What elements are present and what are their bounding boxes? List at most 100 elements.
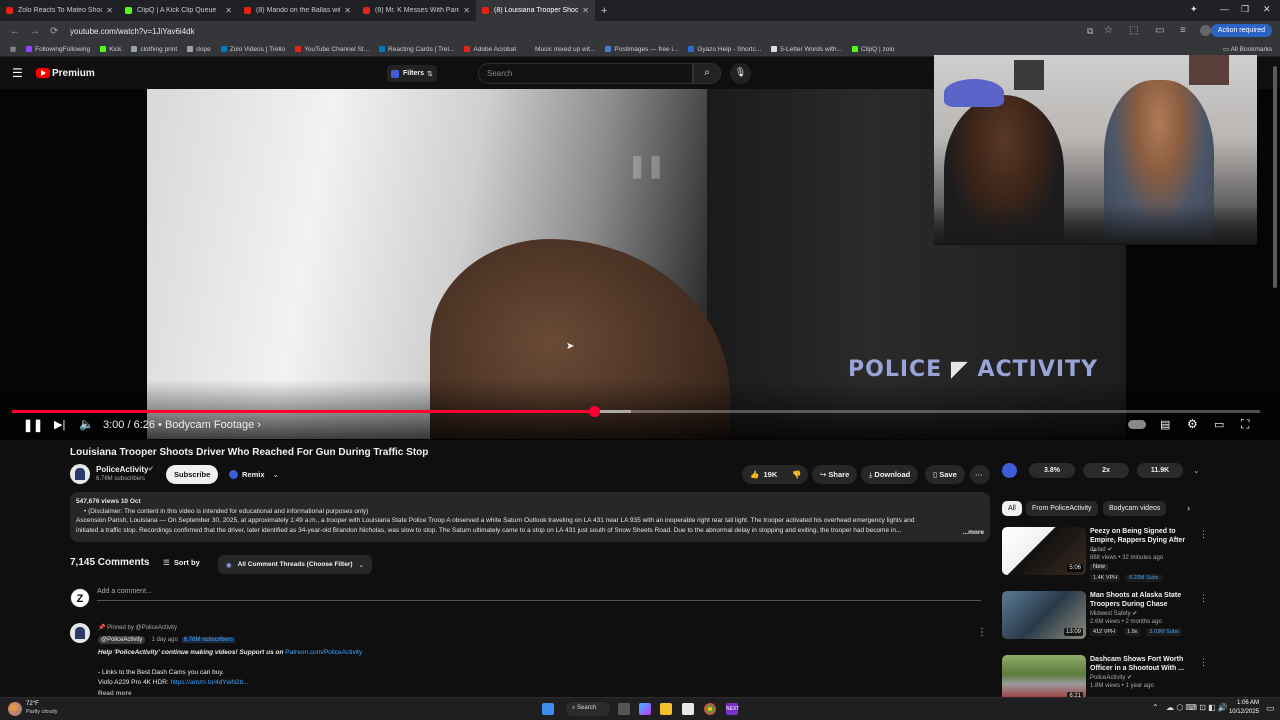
- description-box[interactable]: 547,676 views 10 Oct • (Disclaimer: The …: [70, 492, 990, 542]
- save-button[interactable]: ▯ Save: [925, 465, 965, 484]
- clock-date[interactable]: 10/12/2025: [1225, 709, 1259, 715]
- patreon-link[interactable]: Patreon.com/PoliceActivity: [285, 649, 362, 656]
- new-tab-button[interactable]: +: [601, 5, 607, 17]
- bookmark-item[interactable]: Postimages — free i...: [605, 46, 678, 53]
- start-icon[interactable]: [542, 703, 554, 715]
- weather-temp[interactable]: 72°F: [26, 701, 39, 707]
- tab-close-icon[interactable]: ✕: [344, 6, 351, 15]
- search-input[interactable]: Search: [478, 63, 693, 84]
- recommended-video[interactable]: 5:06 Peezy on Being Signed to Empire, Rap…: [1002, 527, 1208, 582]
- chip-from-channel[interactable]: From PoliceActivity: [1026, 501, 1098, 516]
- chrome-icon[interactable]: [704, 703, 716, 715]
- video-thumbnail[interactable]: 6:21: [1002, 655, 1086, 703]
- theater-mode-icon[interactable]: ▭: [1214, 418, 1224, 431]
- scrollbar-thumb[interactable]: [1273, 66, 1277, 288]
- dislike-icon[interactable]: 👎: [784, 465, 809, 484]
- back-icon[interactable]: ←: [10, 26, 20, 37]
- sidepanel-icon[interactable]: ▭: [1155, 25, 1164, 36]
- comment-age[interactable]: 1 day ago: [151, 637, 177, 643]
- extension-logo-icon[interactable]: [1002, 462, 1017, 478]
- close-window-icon[interactable]: ✕: [1263, 4, 1271, 15]
- video-thumbnail[interactable]: 5:06: [1002, 527, 1086, 575]
- read-more-link[interactable]: Read more: [98, 690, 132, 697]
- reload-icon[interactable]: ⟳: [50, 26, 60, 37]
- url-field[interactable]: youtube.com/watch?v=1JiYav6i4dk: [70, 27, 195, 36]
- bookmark-item[interactable]: dope: [187, 46, 211, 53]
- video-thumbnail[interactable]: 13:09: [1002, 591, 1086, 639]
- rec-menu-icon[interactable]: ⋮: [1199, 657, 1208, 668]
- bookmark-item[interactable]: Music mixed up wit...: [526, 46, 595, 53]
- pinned-comment-avatar[interactable]: [70, 623, 90, 643]
- chip-all[interactable]: All: [1002, 501, 1022, 516]
- channel-name[interactable]: PoliceActivity: [96, 465, 148, 474]
- comment-menu-icon[interactable]: ⋮: [977, 627, 987, 638]
- subtitles-icon[interactable]: ▤: [1160, 418, 1170, 431]
- subscribe-button[interactable]: Subscribe: [166, 465, 219, 484]
- bookmark-item[interactable]: clothing print: [131, 46, 177, 53]
- rec-title[interactable]: Man Shoots at Alaska State Troopers Duri…: [1090, 591, 1190, 609]
- media-icon[interactable]: ≡: [1180, 25, 1186, 36]
- notifications-icon[interactable]: ▭: [1266, 703, 1275, 714]
- comment-filter-dropdown[interactable]: ◉ All Comment Threads (Choose Filter) ⌄: [218, 555, 372, 574]
- install-app-icon[interactable]: ⧉: [1087, 26, 1093, 37]
- page-scrollbar[interactable]: [1272, 60, 1278, 697]
- settings-gear-icon[interactable]: ⚙: [1187, 417, 1198, 431]
- bookmark-item[interactable]: ClipQ | zolo: [851, 46, 894, 53]
- bookmark-item[interactable]: Adobe Acrobat: [464, 46, 516, 53]
- tab-close-icon[interactable]: ✕: [106, 6, 113, 15]
- tray-app-icons[interactable]: ☁ ⬡ ⌨ ⊡ ◧ 🔊: [1166, 703, 1228, 712]
- bookmark-item[interactable]: 5-Letter Words with...: [771, 46, 842, 53]
- menu-icon[interactable]: ☰: [12, 66, 23, 80]
- browser-tab[interactable]: (8) Mr. K Messes With Paris in ✕: [357, 0, 476, 21]
- tray-chevron-icon[interactable]: ⌃: [1152, 703, 1159, 712]
- download-button[interactable]: ⤓ Download: [861, 465, 919, 484]
- obs-app-icon[interactable]: NEXT: [726, 703, 739, 715]
- chip-bodycam[interactable]: Bodycam videos: [1103, 501, 1167, 516]
- tab-close-icon[interactable]: ✕: [463, 6, 470, 15]
- bookmark-item[interactable]: Gyazo Help - Shortc...: [688, 46, 761, 53]
- youtube-logo-icon[interactable]: [36, 68, 50, 78]
- extension-icon[interactable]: ⬚: [1129, 25, 1138, 36]
- filters-button[interactable]: Filters ⇅: [387, 65, 437, 82]
- share-button[interactable]: ↪ Share: [812, 465, 858, 484]
- mic-icon[interactable]: 🎙: [730, 63, 751, 84]
- autoplay-toggle[interactable]: [1128, 420, 1146, 429]
- rec-menu-icon[interactable]: ⋮: [1199, 593, 1208, 604]
- bookmark-item[interactable]: Zolo Videos | Trello: [220, 46, 285, 53]
- fullscreen-icon[interactable]: ⛶: [1241, 417, 1249, 432]
- minimize-icon[interactable]: —: [1220, 4, 1229, 14]
- rec-channel[interactable]: PoliceActivity ✔: [1090, 674, 1132, 681]
- volume-icon[interactable]: 🔈: [79, 417, 94, 431]
- scrubber-handle[interactable]: [588, 406, 600, 417]
- rec-title[interactable]: Dashcam Shows Fort Worth Officer in a Sh…: [1090, 655, 1190, 673]
- search-icon[interactable]: ⌕: [693, 63, 721, 84]
- weather-desc[interactable]: Partly cloudy: [26, 709, 58, 715]
- sort-by-button[interactable]: ☰ Sort by: [163, 558, 200, 567]
- add-comment-input[interactable]: Add a comment...: [97, 588, 981, 601]
- forward-icon[interactable]: →: [30, 26, 40, 37]
- stats-expand-icon[interactable]: ⌄: [1193, 466, 1200, 475]
- bookmark-item[interactable]: Reacting Cards | Trel...: [379, 46, 454, 53]
- bookmark-star-icon[interactable]: ☆: [1104, 25, 1113, 36]
- copilot-icon[interactable]: [639, 703, 651, 715]
- profile-avatar[interactable]: [1200, 25, 1211, 36]
- clock-time[interactable]: 1:06 AM: [1233, 700, 1259, 706]
- file-explorer-icon[interactable]: [660, 703, 672, 715]
- progress-bar[interactable]: [12, 406, 1260, 417]
- browser-tab[interactable]: ClipQ | A Kick Clip Queue ✕: [119, 0, 238, 21]
- comment-author[interactable]: @PoliceActivity: [98, 636, 146, 644]
- pause-icon[interactable]: ❚❚: [23, 418, 43, 432]
- channel-avatar[interactable]: [70, 464, 90, 484]
- maximize-icon[interactable]: ❐: [1241, 4, 1249, 15]
- browser-tab[interactable]: Zolo Reacts To Mateo Shoot ✕: [0, 0, 119, 21]
- action-required-button[interactable]: Action required: [1210, 24, 1272, 37]
- all-bookmarks-button[interactable]: ▭ All Bookmarks: [1223, 45, 1272, 53]
- taskbar-search[interactable]: ⌕ Search: [566, 702, 610, 716]
- browser-tab[interactable]: (8) Mando on the Ballas withoi✕: [238, 0, 357, 21]
- rec-menu-icon[interactable]: ⋮: [1199, 529, 1208, 540]
- next-video-icon[interactable]: ▶|: [54, 418, 65, 431]
- bookmark-item[interactable]: Kick: [100, 46, 121, 53]
- tab-close-icon[interactable]: ✕: [582, 6, 589, 15]
- premium-logo-text[interactable]: Premium: [52, 68, 95, 79]
- recommended-video[interactable]: 13:09 Man Shoots at Alaska State Troopers…: [1002, 591, 1208, 641]
